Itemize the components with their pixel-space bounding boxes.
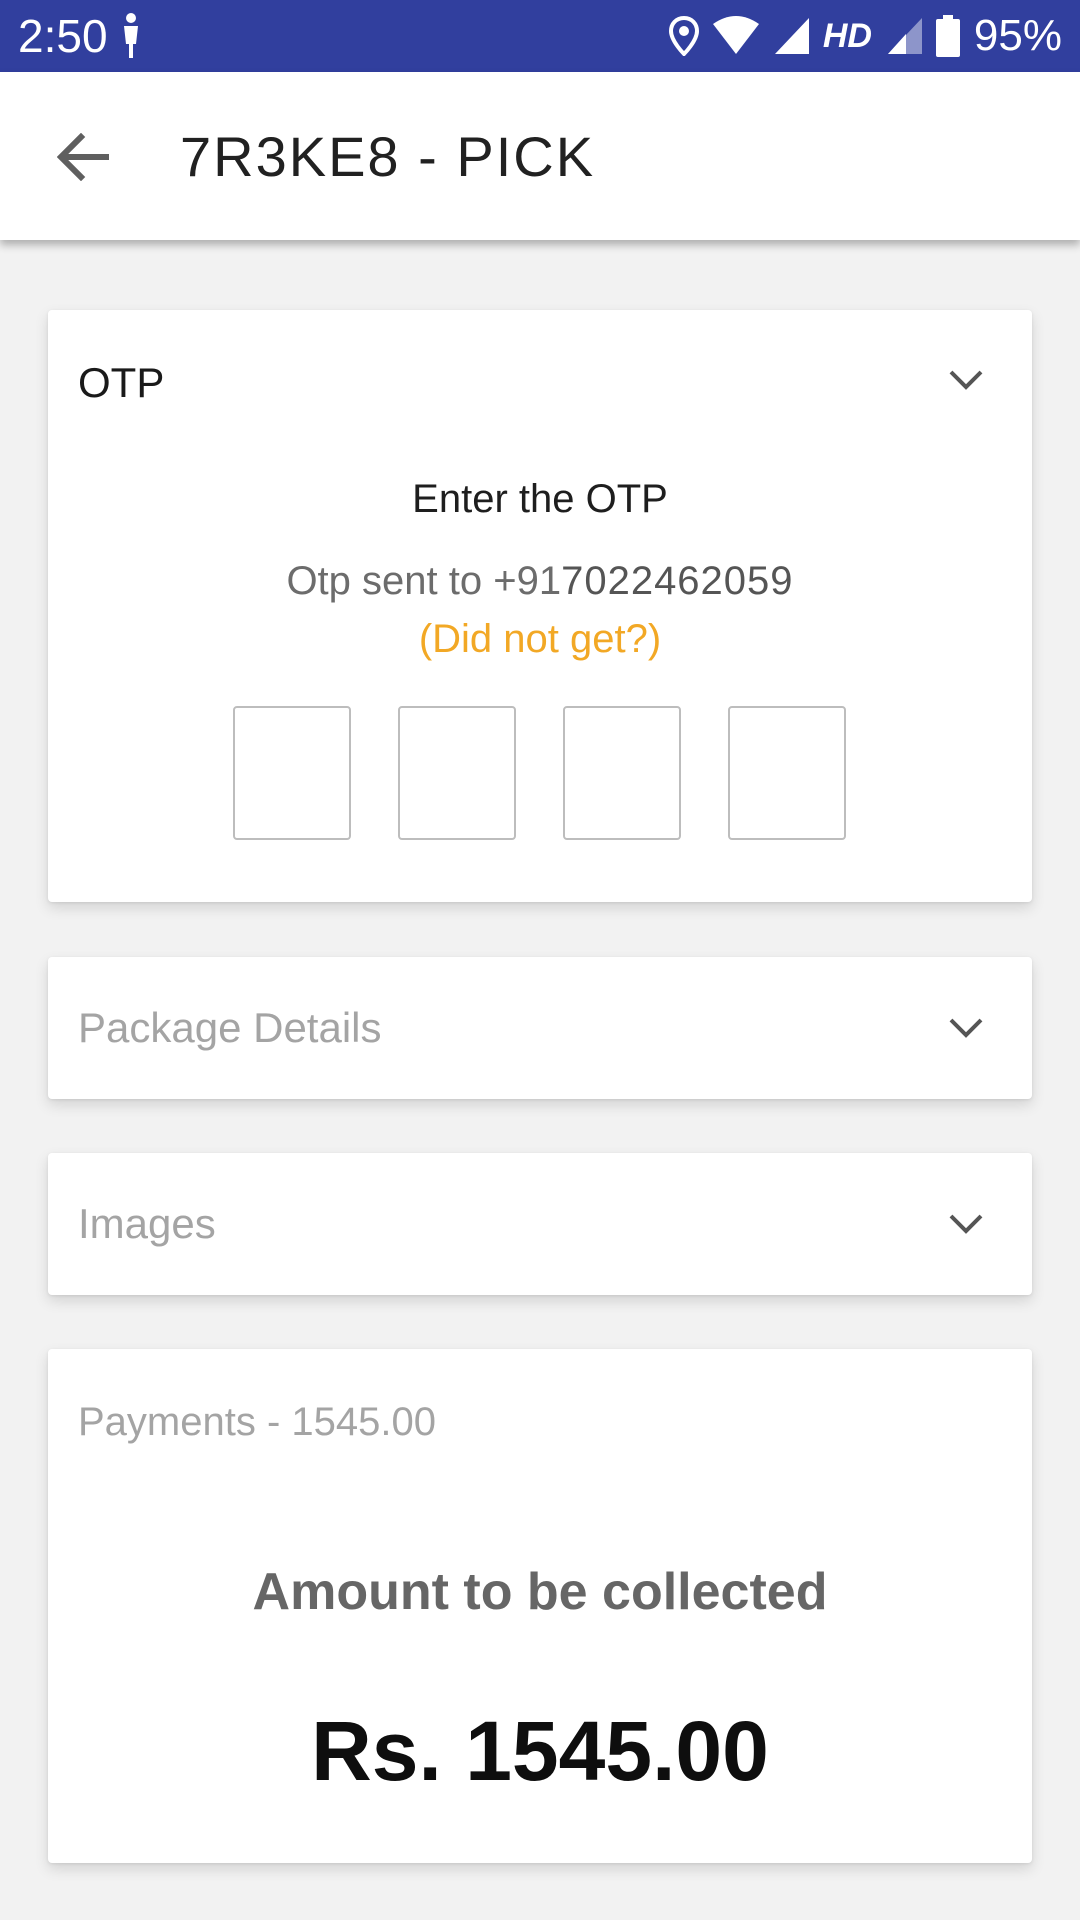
payments-card: Payments - 1545.00 Amount to be collecte… (48, 1349, 1032, 1863)
battery-icon (935, 15, 960, 57)
signal-icon (774, 18, 809, 54)
chevron-down-icon (949, 1214, 983, 1234)
chevron-down-icon (949, 370, 983, 390)
hd-label: HD (822, 17, 872, 55)
otp-resend-link[interactable]: (Did not get?) (48, 614, 1032, 664)
otp-sent-prefix: Otp sent to +91 (286, 559, 562, 603)
otp-digit-2[interactable] (398, 706, 516, 840)
page-title: 7R3KE8 - PICK (180, 125, 596, 188)
otp-digit-4[interactable] (728, 706, 846, 840)
status-bar: 2:50 HD 95% (0, 0, 1080, 72)
wifi-icon (712, 16, 759, 54)
amount-label: Amount to be collected (252, 1563, 828, 1621)
amount-value: Rs. 1545.00 (311, 1704, 769, 1798)
images-toggle[interactable] (940, 1198, 992, 1250)
otp-resend-label: (Did not get?) (418, 617, 662, 661)
otp-sent-text: Otp sent to +917022462059 (48, 556, 1032, 606)
status-time: 2:50 (18, 10, 108, 62)
signal-icon (887, 18, 922, 54)
location-icon (668, 16, 699, 56)
arrow-back-icon (57, 133, 109, 181)
otp-card-toggle[interactable] (940, 354, 992, 406)
images-title: Images (78, 1200, 216, 1247)
otp-phone-number: 7022462059 (561, 559, 794, 603)
app-bar: 7R3KE8 - PICK (0, 72, 1080, 240)
package-details-title: Package Details (78, 1004, 382, 1051)
images-card[interactable]: Images (48, 1153, 1032, 1295)
otp-digit-3[interactable] (563, 706, 681, 840)
chevron-down-icon (949, 1018, 983, 1038)
back-button[interactable] (50, 124, 116, 190)
otp-card-title: OTP (78, 359, 165, 406)
payments-title: Payments - 1545.00 (78, 1400, 436, 1444)
otp-digit-1[interactable] (233, 706, 351, 840)
package-details-card[interactable]: Package Details (48, 957, 1032, 1099)
otp-heading: Enter the OTP (412, 477, 668, 521)
package-details-toggle[interactable] (940, 1002, 992, 1054)
otp-card (48, 310, 1032, 902)
status-icons: HD 95% (668, 10, 1062, 62)
person-icon (124, 13, 138, 58)
battery-percent: 95% (973, 11, 1062, 60)
